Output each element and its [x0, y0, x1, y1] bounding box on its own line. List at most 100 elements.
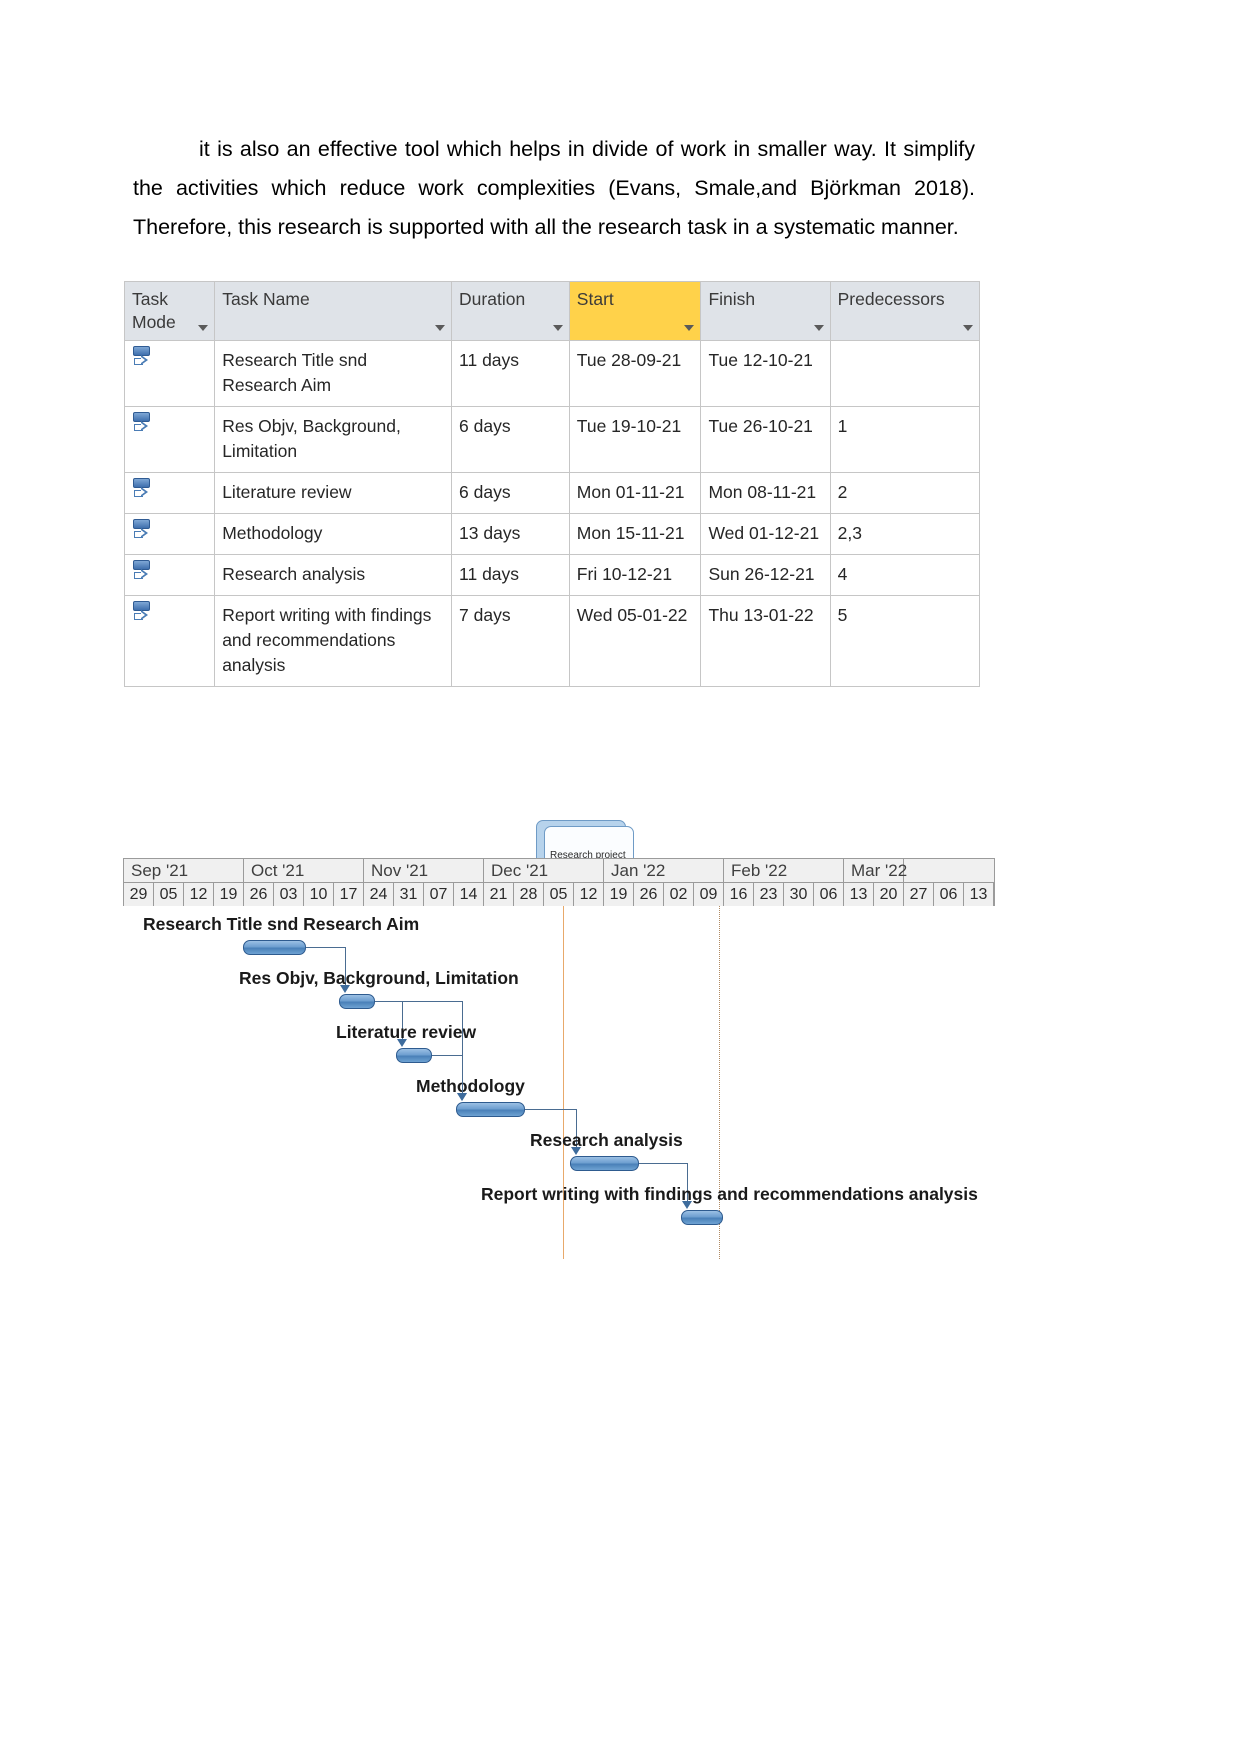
predecessors-cell[interactable] — [829, 340, 981, 407]
duration-cell[interactable]: 13 days — [451, 513, 570, 555]
timeline-week-27: 06 — [934, 883, 964, 906]
column-header-duration[interactable]: Duration — [451, 281, 570, 341]
finish-date-cell-text: Sun 26-12-21 — [708, 564, 815, 584]
duration-cell[interactable]: 6 days — [451, 406, 570, 473]
predecessors-cell-text: 2 — [837, 482, 848, 502]
filter-dropdown-icon[interactable] — [684, 325, 695, 331]
predecessors-cell[interactable]: 2,3 — [829, 513, 981, 555]
dependency-link — [306, 947, 345, 948]
task-name-cell[interactable]: Research analysis — [214, 554, 453, 596]
start-date-cell[interactable]: Tue 19-10-21 — [568, 406, 702, 473]
duration-cell[interactable]: 6 days — [451, 472, 570, 514]
dependency-link — [639, 1163, 687, 1164]
timeline-month-4: Jan '22 — [604, 859, 724, 882]
timeline-week-14: 05 — [544, 883, 574, 906]
timeline-week-26: 27 — [904, 883, 934, 906]
table-row[interactable]: Res Objv, Background, Limitation 6 days Tu… — [123, 406, 981, 473]
timeline-month-row: Sep '21 Oct '21 Nov '21 Dec '21 Jan '22 Feb '… — [124, 859, 994, 883]
predecessors-cell-text: 1 — [837, 416, 848, 436]
finish-date-cell-text: Thu 13-01-22 — [708, 605, 814, 625]
timeline-week-8: 24 — [364, 883, 394, 906]
task-name-cell[interactable]: Research Title snd Research Aim — [214, 340, 453, 407]
task-name-cell[interactable]: Report writing with findings and recomme… — [214, 595, 453, 687]
column-header-finish[interactable]: Finish — [700, 281, 831, 341]
task-mode-cell[interactable] — [123, 472, 216, 514]
timeline-week-16: 19 — [604, 883, 634, 906]
predecessors-cell[interactable]: 5 — [829, 595, 981, 687]
gantt-bar[interactable] — [339, 994, 375, 1009]
predecessors-cell-text: 2,3 — [837, 523, 862, 543]
predecessors-cell[interactable]: 1 — [829, 406, 981, 473]
timeline-week-1: 05 — [154, 883, 184, 906]
gantt-bar[interactable] — [456, 1102, 525, 1117]
duration-cell[interactable]: 11 days — [451, 554, 570, 596]
filter-dropdown-icon[interactable] — [963, 325, 973, 331]
status-date-line — [719, 906, 720, 1259]
table-row[interactable]: Methodology 13 days Mon 15-11-21 Wed 01-12-… — [123, 513, 981, 555]
filter-dropdown-icon[interactable] — [198, 325, 209, 331]
gantt-bar[interactable] — [570, 1156, 639, 1171]
task-mode-cell[interactable] — [123, 595, 216, 687]
finish-date-cell[interactable]: Mon 08-11-21 — [700, 472, 831, 514]
task-mode-cell[interactable] — [123, 513, 216, 555]
task-mode-cell[interactable] — [123, 554, 216, 596]
gantt-task-label: Research analysis — [530, 1130, 683, 1150]
duration-cell-text: 7 days — [459, 605, 511, 625]
start-date-cell[interactable]: Mon 01-11-21 — [568, 472, 702, 514]
task-mode-cell[interactable] — [123, 340, 216, 407]
column-header-start[interactable]: Start — [568, 281, 702, 341]
timeline-month-2: Nov '21 — [364, 859, 484, 882]
column-header-label: Task Name — [222, 289, 310, 309]
duration-cell-text: 11 days — [459, 350, 520, 370]
filter-dropdown-icon[interactable] — [435, 325, 446, 331]
task-name-cell[interactable]: Literature review — [214, 472, 453, 514]
task-name-cell[interactable]: Methodology — [214, 513, 453, 555]
gantt-bar[interactable] — [681, 1210, 723, 1225]
start-date-cell[interactable]: Tue 28-09-21 — [568, 340, 702, 407]
table-row[interactable]: Research analysis 11 days Fri 10-12-21 Sun … — [123, 554, 981, 596]
start-date-cell[interactable]: Fri 10-12-21 — [568, 554, 702, 596]
predecessors-cell[interactable]: 2 — [829, 472, 981, 514]
column-header-label: Task Mode — [132, 289, 176, 332]
duration-cell[interactable]: 7 days — [451, 595, 570, 687]
duration-cell-text: 6 days — [459, 416, 511, 436]
task-mode-cell[interactable] — [123, 406, 216, 473]
table-row[interactable]: Research Title snd Research Aim 11 days Tu… — [123, 340, 981, 407]
dependency-arrow-icon — [457, 1093, 467, 1101]
gantt-task-label: Methodology — [416, 1076, 525, 1096]
start-date-cell[interactable]: Wed 05-01-22 — [568, 595, 702, 687]
start-date-cell-text: Wed 05-01-22 — [576, 605, 688, 625]
task-name-cell[interactable]: Res Objv, Background, Limitation — [214, 406, 453, 473]
gantt-bar[interactable] — [243, 940, 306, 955]
filter-dropdown-icon[interactable] — [552, 325, 563, 331]
finish-date-cell[interactable]: Sun 26-12-21 — [700, 554, 831, 596]
finish-date-cell[interactable]: Tue 26-10-21 — [700, 406, 831, 473]
table-row[interactable]: Literature review 6 days Mon 01-11-21 Mon 0… — [123, 472, 981, 514]
column-header-task-name[interactable]: Task Name — [214, 281, 453, 341]
predecessors-cell-text: 5 — [837, 605, 848, 625]
task-name-cell-text: Methodology — [222, 523, 323, 543]
table-row[interactable]: Report writing with findings and recomme… — [123, 595, 981, 687]
column-header-task-mode[interactable]: Task Mode — [123, 281, 216, 341]
timeline-week-5: 03 — [274, 883, 304, 906]
column-header-label: Predecessors — [837, 289, 945, 309]
start-date-cell-text: Tue 28-09-21 — [576, 350, 682, 370]
manually-scheduled-icon — [132, 519, 151, 541]
timeline-week-6: 10 — [304, 883, 334, 906]
manually-scheduled-icon — [132, 478, 151, 500]
filter-dropdown-icon[interactable] — [813, 325, 824, 331]
gantt-bar[interactable] — [396, 1048, 432, 1063]
column-header-predecessors[interactable]: Predecessors — [829, 281, 981, 341]
duration-cell[interactable]: 11 days — [451, 340, 570, 407]
start-date-cell-text: Fri 10-12-21 — [576, 564, 673, 584]
predecessors-cell[interactable]: 4 — [829, 554, 981, 596]
finish-date-cell-text: Wed 01-12-21 — [708, 523, 820, 543]
finish-date-cell[interactable]: Thu 13-01-22 — [700, 595, 831, 687]
dependency-link — [375, 1001, 462, 1002]
finish-date-cell[interactable]: Wed 01-12-21 — [700, 513, 831, 555]
timeline-week-10: 07 — [424, 883, 454, 906]
paragraph-text: it is also an effective tool which helps… — [133, 137, 975, 239]
start-date-cell[interactable]: Mon 15-11-21 — [568, 513, 702, 555]
finish-date-cell[interactable]: Tue 12-10-21 — [700, 340, 831, 407]
body-paragraph: it is also an effective tool which helps… — [133, 130, 975, 247]
